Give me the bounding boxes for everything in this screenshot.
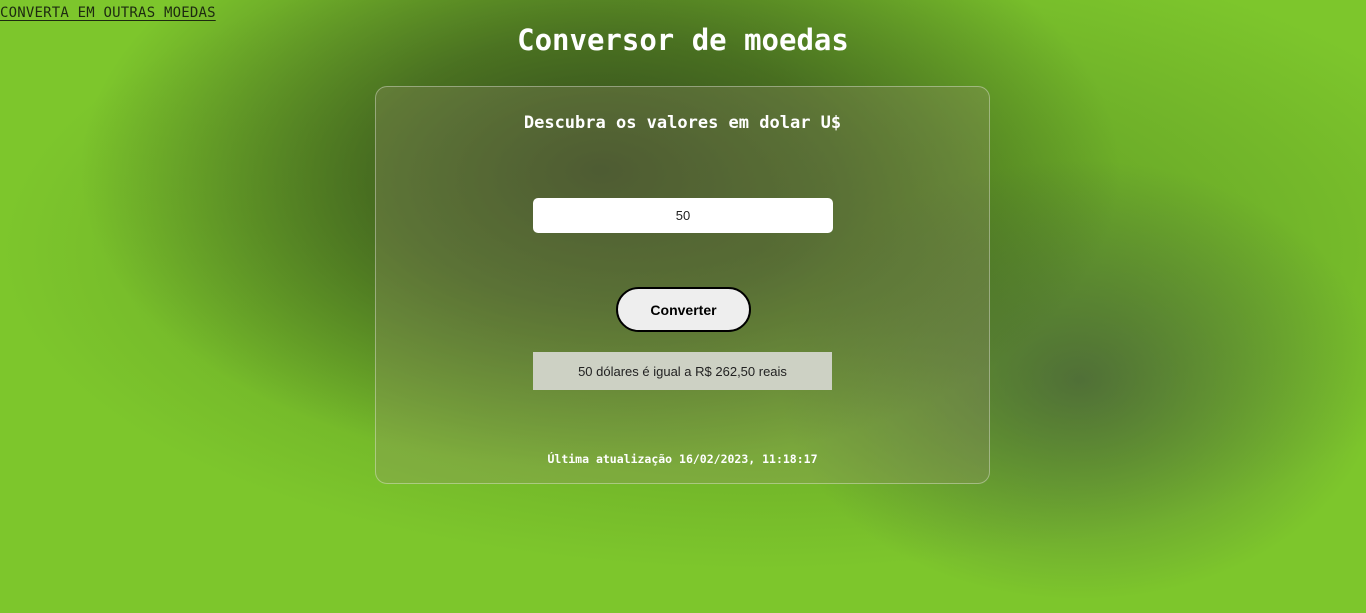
- page-title: Conversor de moedas: [517, 23, 849, 57]
- amount-input[interactable]: [533, 198, 833, 233]
- other-currencies-link[interactable]: CONVERTA EM OUTRAS MOEDAS: [0, 5, 216, 21]
- conversion-result: 50 dólares é igual a R$ 262,50 reais: [533, 352, 832, 390]
- converter-card: Descubra os valores em dolar U$ Converte…: [375, 86, 990, 484]
- last-update-timestamp: Última atualização 16/02/2023, 11:18:17: [547, 452, 818, 466]
- converter-subtitle: Descubra os valores em dolar U$: [523, 113, 842, 133]
- convert-button[interactable]: Converter: [616, 287, 751, 332]
